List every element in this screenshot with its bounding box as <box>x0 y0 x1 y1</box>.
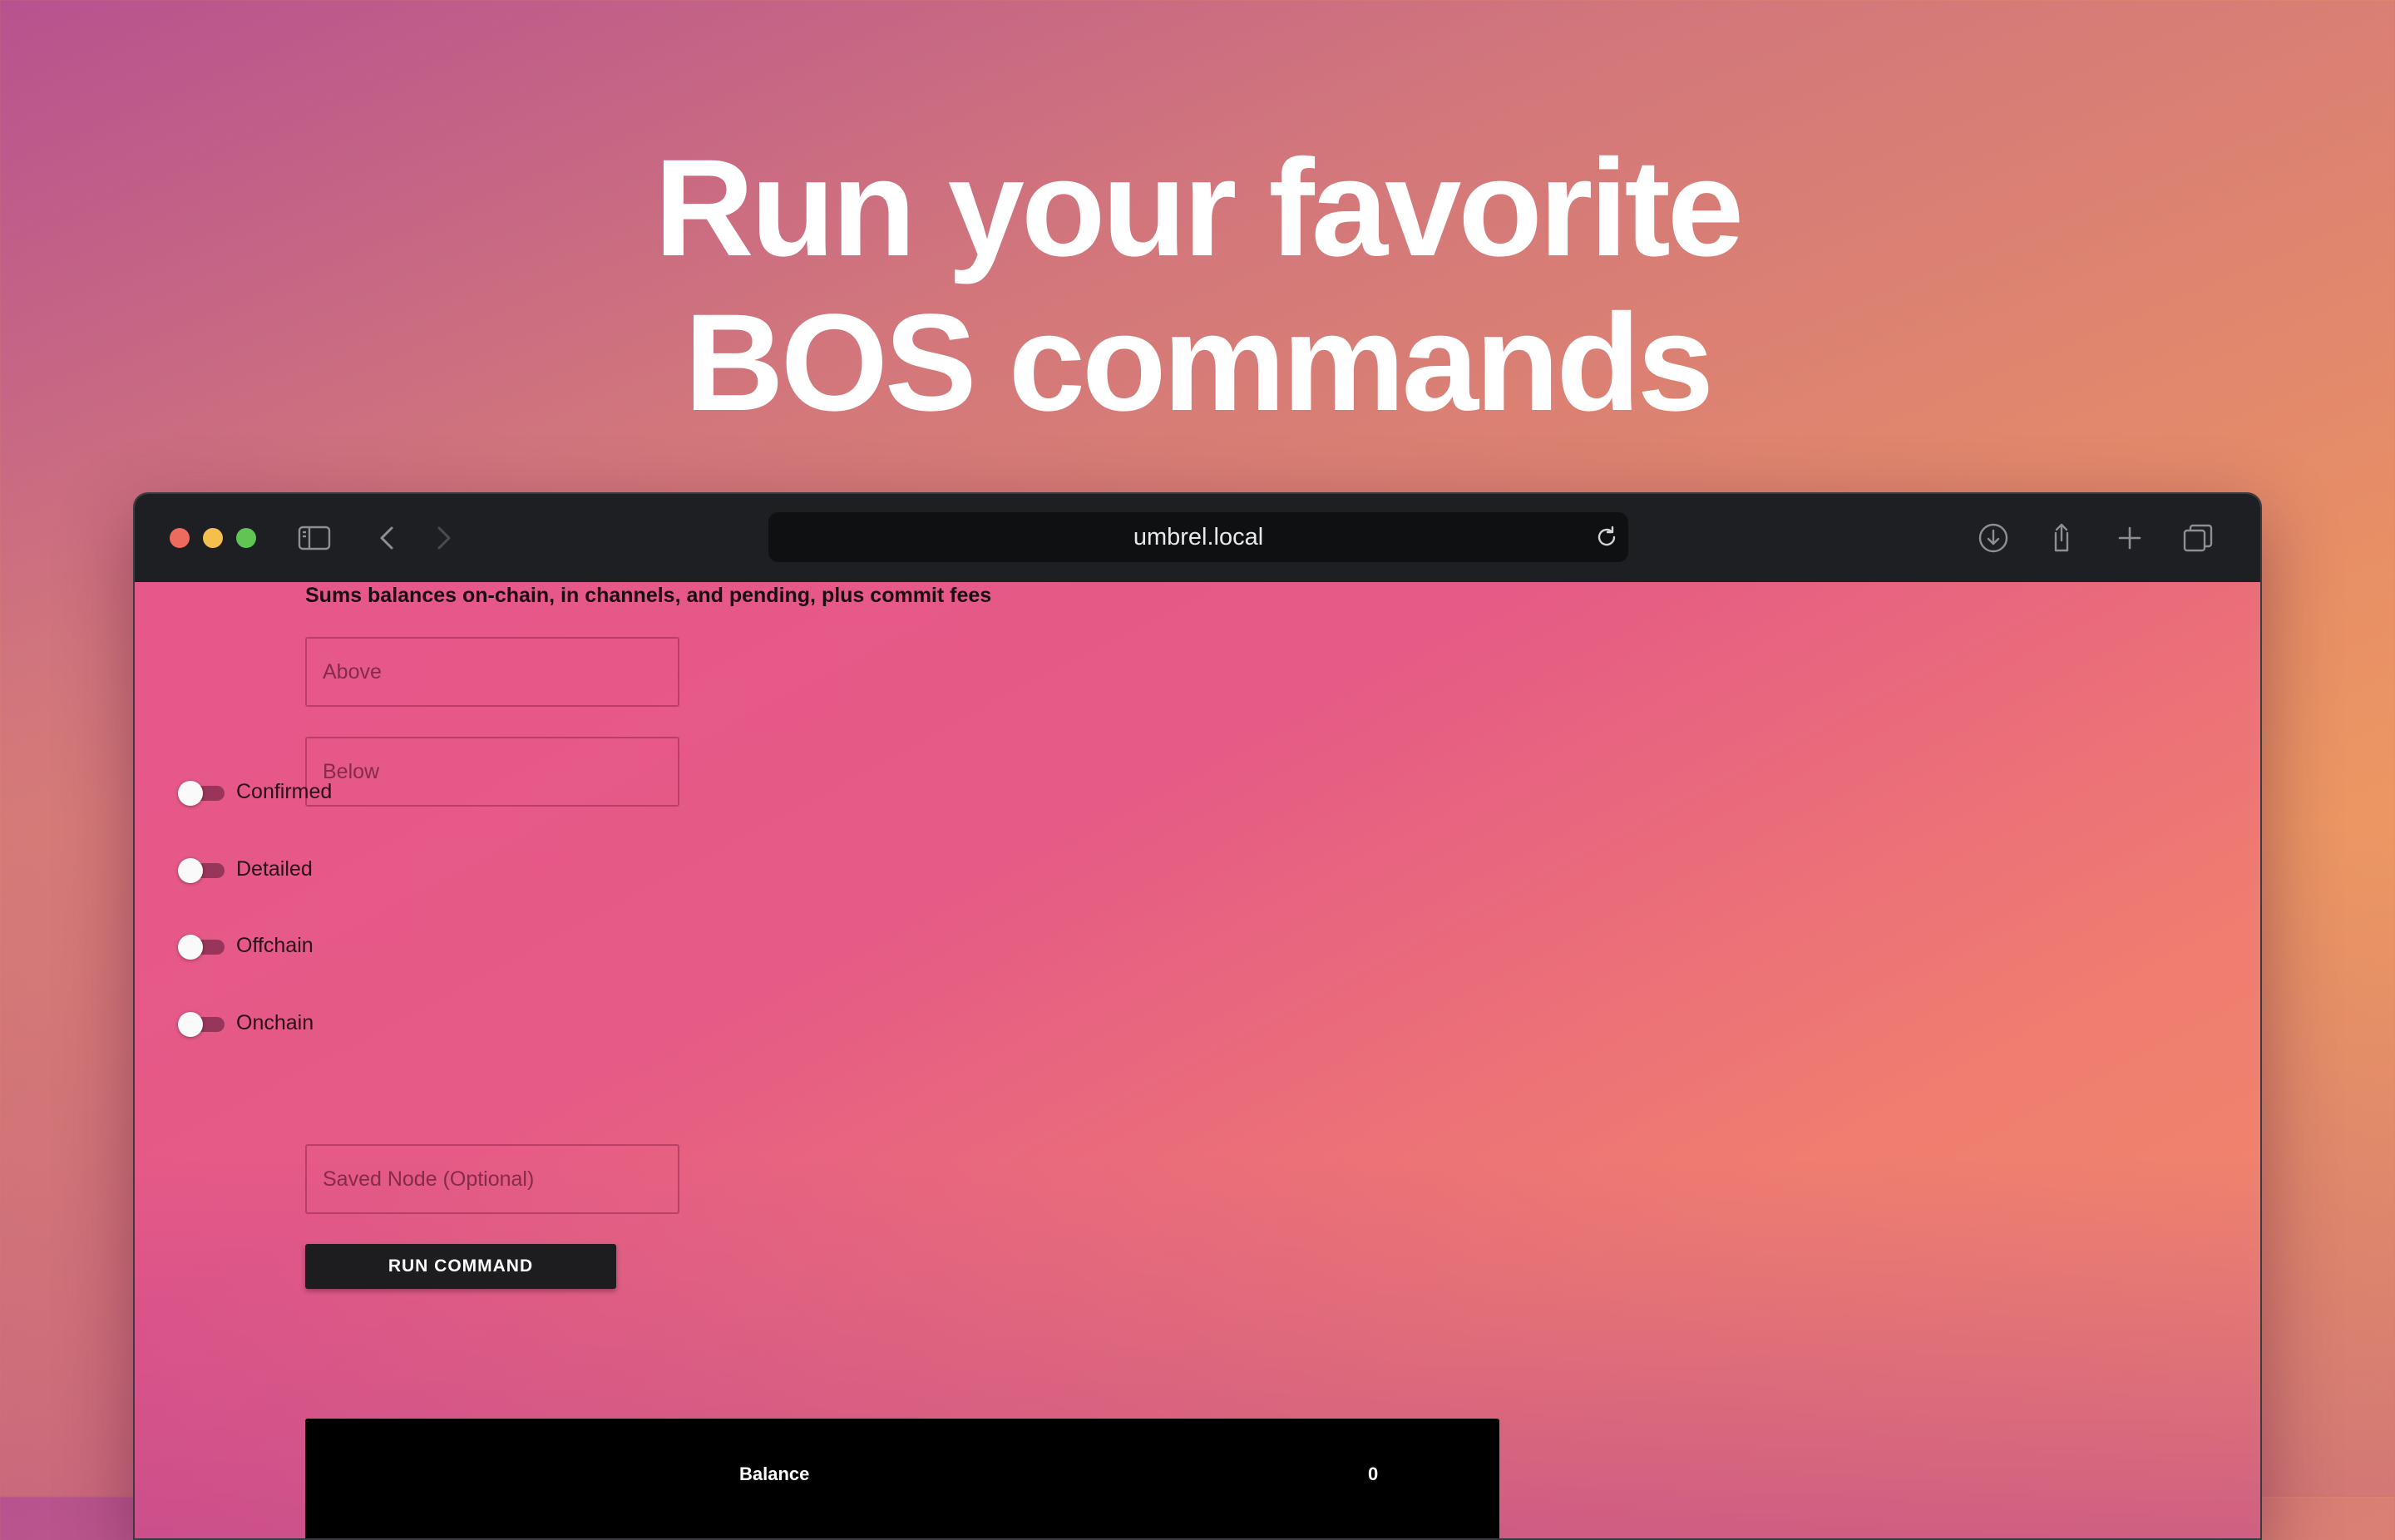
below-input[interactable] <box>305 737 679 807</box>
onchain-toggle[interactable] <box>178 1010 225 1037</box>
hero-title: Run your favorite BOS commands <box>0 131 2395 441</box>
onchain-toggle-label: Onchain <box>236 1010 314 1034</box>
confirmed-toggle[interactable] <box>178 779 225 806</box>
result-value-balance: 0 <box>1368 1463 1379 1484</box>
toggle-row-onchain: Onchain <box>178 1006 314 1039</box>
minimize-window-button[interactable] <box>203 528 223 548</box>
url-text: umbrel.local <box>1133 524 1264 550</box>
above-input[interactable] <box>305 637 679 707</box>
hero-title-line-2: BOS commands <box>684 286 1714 440</box>
download-icon[interactable] <box>1977 521 2010 555</box>
toggle-thumb <box>178 935 203 960</box>
reload-icon[interactable] <box>1593 524 1620 550</box>
maximize-window-button[interactable] <box>236 528 256 548</box>
toggle-thumb <box>178 858 203 883</box>
detailed-toggle[interactable] <box>178 856 225 883</box>
browser-toolbar: umbrel.local <box>135 494 2260 582</box>
hero-title-line-1: Run your favorite <box>654 131 1744 285</box>
toggle-row-detailed: Detailed <box>178 852 313 886</box>
confirmed-toggle-label: Confirmed <box>236 779 333 803</box>
close-window-button[interactable] <box>170 528 190 548</box>
browser-window: umbrel.local Sums balances on-chain, in … <box>133 492 2262 1540</box>
command-description: Sums balances on-chain, in channels, and… <box>305 584 992 607</box>
run-command-button[interactable]: RUN COMMAND <box>305 1244 616 1289</box>
forward-icon[interactable] <box>426 521 459 555</box>
saved-node-input[interactable] <box>305 1144 679 1214</box>
toggle-row-confirmed: Confirmed <box>178 775 332 808</box>
result-key-balance: Balance <box>739 1463 810 1484</box>
result-table: Balance 0 <box>305 1419 1499 1538</box>
toggle-thumb <box>178 1012 203 1037</box>
tabs-overview-icon[interactable] <box>2181 521 2215 555</box>
offchain-toggle[interactable] <box>178 933 225 960</box>
page-content: Sums balances on-chain, in channels, and… <box>135 582 2260 1538</box>
new-tab-icon[interactable] <box>2113 521 2146 555</box>
toggle-thumb <box>178 781 203 806</box>
detailed-toggle-label: Detailed <box>236 856 313 881</box>
address-bar[interactable]: umbrel.local <box>768 512 1628 562</box>
back-icon[interactable] <box>372 521 405 555</box>
toggle-row-offchain: Offchain <box>178 929 314 962</box>
share-icon[interactable] <box>2045 521 2078 555</box>
page-shade <box>135 582 2260 1538</box>
offchain-toggle-label: Offchain <box>236 933 314 957</box>
sidebar-icon[interactable] <box>298 521 331 555</box>
